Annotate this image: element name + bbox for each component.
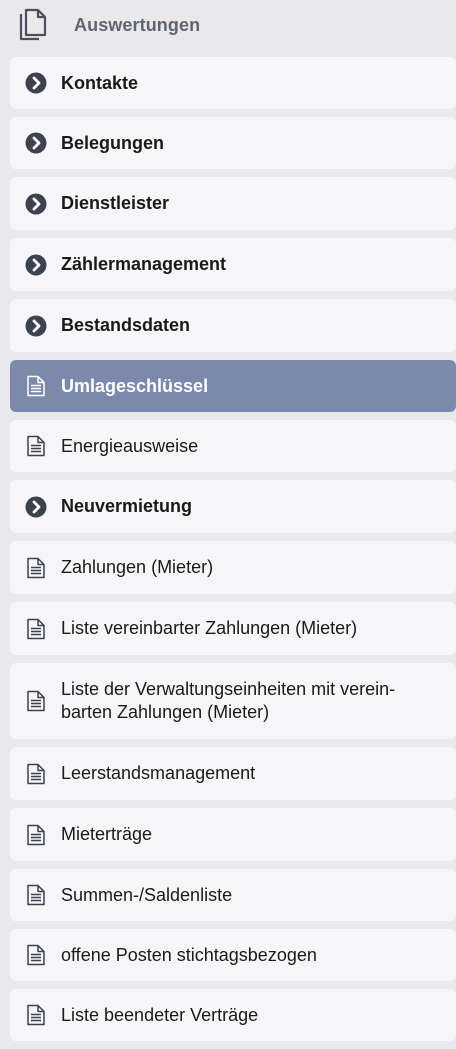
chevron-right-circle-icon (25, 132, 47, 154)
list-item-bestandsdaten[interactable]: Bestandsdaten (10, 299, 456, 352)
list-item-label: Zählermanagement (61, 254, 227, 274)
list-item-dienstleister[interactable]: Dienstleister (10, 177, 456, 230)
list-item-belegungen[interactable]: Belegungen (10, 117, 456, 169)
list-item-leerstandsmanagement[interactable]: Leerstandsmanagement (10, 747, 456, 800)
list-item-label: Neuvermietung (61, 496, 193, 516)
document-icon (25, 690, 47, 712)
list-item-offene-posten[interactable]: offene Posten stichtagsbezogen (10, 929, 456, 981)
document-icon (25, 763, 47, 785)
list-item-label: Dienstleister (61, 193, 170, 213)
list-item-label: Belegungen (61, 132, 165, 153)
chevron-right-circle-icon (25, 254, 47, 276)
document-icon (25, 944, 47, 966)
document-icon (25, 375, 47, 397)
documents-icon (17, 7, 49, 43)
list-item-summen-saldenliste[interactable]: Summen-/Saldenliste (10, 869, 456, 921)
list-item-kontakte[interactable]: Kontakte (10, 57, 456, 109)
sidebar-header: Auswertungen (0, 0, 456, 50)
list-item-label: Leerstandsmanagement (61, 763, 256, 783)
document-icon (25, 557, 47, 579)
chevron-right-circle-icon (25, 496, 47, 518)
list-item-label: Liste der Verwaltungseinheiten mit verei… (61, 679, 396, 722)
list-item-verwaltungseinheiten[interactable]: Liste der Verwaltungseinheiten mit verei… (10, 663, 456, 739)
chevron-right-circle-icon (25, 315, 47, 337)
document-icon (25, 824, 47, 846)
list-item-label: Bestandsdaten (61, 315, 191, 335)
list-item-zaehlermanagement[interactable]: Zählermanagement (10, 238, 456, 291)
list-item-label: offene Posten stichtagsbezogen (61, 944, 317, 965)
document-icon (25, 618, 47, 640)
list-item-label: Liste beendeter Verträge (61, 1004, 259, 1025)
list-item-zahlungen-mieter[interactable]: Zahlungen (Mieter) (10, 541, 456, 594)
list-item-umlageschluessel[interactable]: Umlageschlüssel (10, 360, 456, 412)
list-item-label: Summen-/Saldenliste (61, 884, 233, 905)
list-item-neuvermietung[interactable]: Neuvermietung (10, 480, 456, 533)
report-list: Kontakte Belegungen Dienstleister Zähler… (10, 57, 456, 1049)
list-item-beendete-vertraege[interactable]: Liste beendeter Verträge (10, 989, 456, 1041)
chevron-right-circle-icon (25, 193, 47, 215)
document-icon (25, 435, 47, 457)
document-icon (25, 1004, 47, 1026)
sidebar-title: Auswertungen (74, 14, 201, 35)
list-item-label: Liste vereinbarter Zahlungen (Mieter) (61, 618, 358, 638)
list-item-label: Zahlungen (Mieter) (61, 557, 214, 577)
list-item-label: Kontakte (61, 72, 139, 93)
list-item-energieausweise[interactable]: Energieausweise (10, 420, 456, 472)
list-item-label: Umlageschlüssel (61, 375, 209, 396)
list-item-label: Mieterträge (61, 824, 153, 844)
chevron-right-circle-icon (25, 72, 47, 94)
list-item-liste-vereinbarter-zahlungen[interactable]: Liste vereinbarter Zahlungen (Mieter) (10, 602, 456, 655)
document-icon (25, 884, 47, 906)
list-item-label: Energieausweise (61, 435, 199, 456)
list-item-mietertraege[interactable]: Mieterträge (10, 808, 456, 861)
reports-sidebar: Auswertungen Kontakte Belegungen Dienstl… (0, 0, 456, 1042)
